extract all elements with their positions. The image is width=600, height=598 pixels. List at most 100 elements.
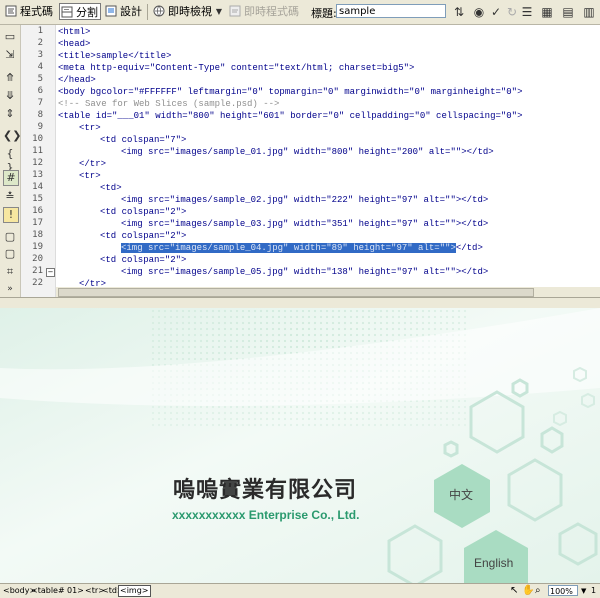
line-number: 15 bbox=[32, 194, 43, 204]
validate-markup-icon[interactable]: ▤ bbox=[561, 5, 575, 19]
line-number: 18 bbox=[32, 230, 43, 240]
file-management-icon[interactable]: ⇅ bbox=[452, 5, 466, 19]
collapse-selection-icon[interactable]: ⤋ bbox=[3, 89, 17, 103]
line-number: 11 bbox=[32, 146, 43, 156]
browser-preview-icon[interactable]: ◉ bbox=[472, 5, 486, 19]
line-number: 17 bbox=[32, 218, 43, 228]
zoom-dropdown-icon[interactable]: ▼ bbox=[581, 584, 586, 598]
split-view-button[interactable]: 分割 bbox=[59, 3, 101, 20]
line-number: 14 bbox=[32, 182, 43, 192]
code-view-button[interactable]: 程式碼 bbox=[4, 3, 56, 20]
code-line[interactable]: <img src="images/sample_05.jpg" width="1… bbox=[121, 266, 488, 278]
code-line[interactable]: <td colspan="2"> bbox=[100, 206, 186, 218]
code-view-label: 程式碼 bbox=[20, 5, 53, 18]
code-line[interactable]: </head> bbox=[58, 74, 96, 86]
code-line[interactable]: <!-- Save for Web Slices (sample.psd) --… bbox=[58, 98, 279, 110]
code-text: <img src="images/sample_02.jpg" width="2… bbox=[121, 195, 489, 205]
hand-tool-icon[interactable]: ✋ bbox=[522, 584, 534, 598]
wrap-tag-icon[interactable]: ⌗ bbox=[3, 265, 17, 279]
tag-selector-img[interactable]: <img> bbox=[118, 585, 151, 597]
view-options-icon[interactable]: ☰ bbox=[520, 5, 534, 19]
code-text: <tr> bbox=[79, 171, 101, 181]
code-view-icon bbox=[5, 5, 17, 17]
tag-selector-table-id[interactable]: 01> bbox=[67, 584, 84, 598]
code-text: </head> bbox=[58, 75, 96, 85]
code-horizontal-scrollbar[interactable] bbox=[56, 287, 600, 297]
code-line[interactable]: </tr> bbox=[79, 278, 106, 287]
code-line[interactable]: <head> bbox=[58, 38, 90, 50]
refresh-icon[interactable]: ↻ bbox=[505, 5, 519, 19]
code-line[interactable]: <title>sample</title> bbox=[58, 50, 171, 62]
line-number: 12 bbox=[32, 158, 43, 168]
code-text: <img src="images/sample_03.jpg" width="3… bbox=[121, 219, 489, 229]
balance-braces-icon[interactable]: { } bbox=[3, 147, 17, 174]
remove-comment-icon[interactable]: ▢ bbox=[3, 247, 17, 261]
line-numbers-icon[interactable]: # bbox=[3, 170, 19, 186]
live-code-button: 即時程式碼 bbox=[228, 3, 299, 20]
line-number: 3 bbox=[37, 50, 43, 60]
code-line[interactable]: <body bgcolor="#FFFFFF" leftmargin="0" t… bbox=[58, 86, 522, 98]
code-text: </tr> bbox=[79, 159, 107, 169]
toolbar-separator bbox=[147, 4, 148, 20]
code-line[interactable]: <td> bbox=[100, 182, 122, 194]
code-line[interactable]: <tr> bbox=[79, 122, 101, 134]
code-text: <html> bbox=[58, 27, 91, 37]
title-label: 標題: bbox=[311, 7, 337, 20]
live-view-button[interactable]: 即時檢視 bbox=[152, 3, 212, 20]
live-view-label: 即時檢視 bbox=[168, 5, 212, 18]
code-editor[interactable]: <html> <head> <title>sample</title> <meta h… bbox=[56, 25, 600, 287]
design-view-button[interactable]: 設計 bbox=[104, 3, 142, 20]
scrollbar-thumb[interactable] bbox=[58, 288, 534, 297]
code-text: <head> bbox=[58, 39, 91, 49]
status-bar: <body> <table# 01> <tr> <td> <img> ↖ ✋ ⌕… bbox=[0, 583, 600, 598]
open-documents-icon[interactable]: ▭ bbox=[3, 30, 17, 44]
code-text: <td colspan="2"> bbox=[100, 207, 187, 217]
browser-compatibility-icon[interactable]: ▥ bbox=[582, 5, 596, 19]
code-text: <img src="images/sample_01.jpg" width="8… bbox=[121, 147, 494, 157]
chinese-language-button[interactable]: 中文 bbox=[449, 486, 473, 503]
line-number: 20 bbox=[32, 254, 43, 264]
live-view-dropdown-icon[interactable]: ▼ bbox=[212, 5, 226, 19]
code-fold-toggle[interactable]: − bbox=[46, 268, 55, 277]
line-number: 2 bbox=[37, 38, 43, 48]
code-line[interactable]: <img src="images/sample_01.jpg" width="8… bbox=[121, 146, 494, 158]
visual-aids-icon[interactable]: ▦ bbox=[540, 5, 554, 19]
syntax-error-alerts-icon[interactable]: ! bbox=[3, 207, 19, 223]
code-line[interactable]: <img src="images/sample_02.jpg" width="2… bbox=[121, 194, 488, 206]
show-code-navigator-icon[interactable]: ⇲ bbox=[3, 48, 17, 62]
zoom-select[interactable]: 100% bbox=[548, 585, 578, 596]
code-text: <td> bbox=[100, 183, 122, 193]
code-text: </tr> bbox=[79, 279, 107, 287]
code-line[interactable]: <td colspan="7"> bbox=[100, 134, 186, 146]
code-line[interactable]: <img src="images/sample_03.jpg" width="3… bbox=[121, 218, 488, 230]
select-parent-tag-icon[interactable]: ❮❯ bbox=[3, 129, 21, 143]
more-tools-chevron-icon[interactable]: » bbox=[3, 282, 17, 296]
split-view-label: 分割 bbox=[76, 6, 98, 19]
design-view[interactable]: 嗚嗚實業有限公司 xxxxxxxxxxx Enterprise Co., Ltd… bbox=[0, 308, 600, 583]
code-line[interactable]: <tr> bbox=[79, 170, 101, 182]
highlight-invalid-code-icon[interactable]: ≛ bbox=[3, 190, 17, 204]
select-tool-icon[interactable]: ↖ bbox=[510, 584, 518, 598]
code-line[interactable]: <meta http-equiv="Content-Type" content=… bbox=[58, 62, 414, 74]
code-text: <td colspan="2"> bbox=[100, 255, 187, 265]
code-line[interactable]: <html> bbox=[58, 26, 90, 38]
zoom-tool-icon[interactable]: ⌕ bbox=[535, 584, 541, 598]
tag-selector-table[interactable]: <table# bbox=[31, 584, 65, 598]
line-number: 9 bbox=[37, 122, 43, 132]
code-line[interactable]: <td colspan="2"> bbox=[100, 230, 186, 242]
code-line[interactable]: <td colspan="2"> bbox=[100, 254, 186, 266]
design-view-icon bbox=[105, 5, 117, 17]
code-text: <table id="___01" width="800" height="60… bbox=[58, 111, 523, 121]
code-line[interactable]: <table id="___01" width="800" height="60… bbox=[58, 110, 522, 122]
check-page-icon[interactable]: ✓ bbox=[489, 5, 503, 19]
selected-code-line[interactable]: <img src="images/sample_04.jpg" width="8… bbox=[121, 242, 483, 254]
collapse-full-tag-icon[interactable]: ⤊ bbox=[3, 71, 17, 85]
window-size-indicator[interactable]: 1 bbox=[591, 584, 596, 598]
expand-all-icon[interactable]: ⇕ bbox=[3, 107, 17, 121]
apply-comment-icon[interactable]: ▢ bbox=[3, 230, 17, 244]
title-input[interactable]: sample bbox=[336, 4, 446, 18]
code-line[interactable]: </tr> bbox=[79, 158, 106, 170]
line-number: 7 bbox=[37, 98, 43, 108]
live-code-label: 即時程式碼 bbox=[244, 5, 299, 18]
english-language-button[interactable]: English bbox=[474, 556, 513, 570]
